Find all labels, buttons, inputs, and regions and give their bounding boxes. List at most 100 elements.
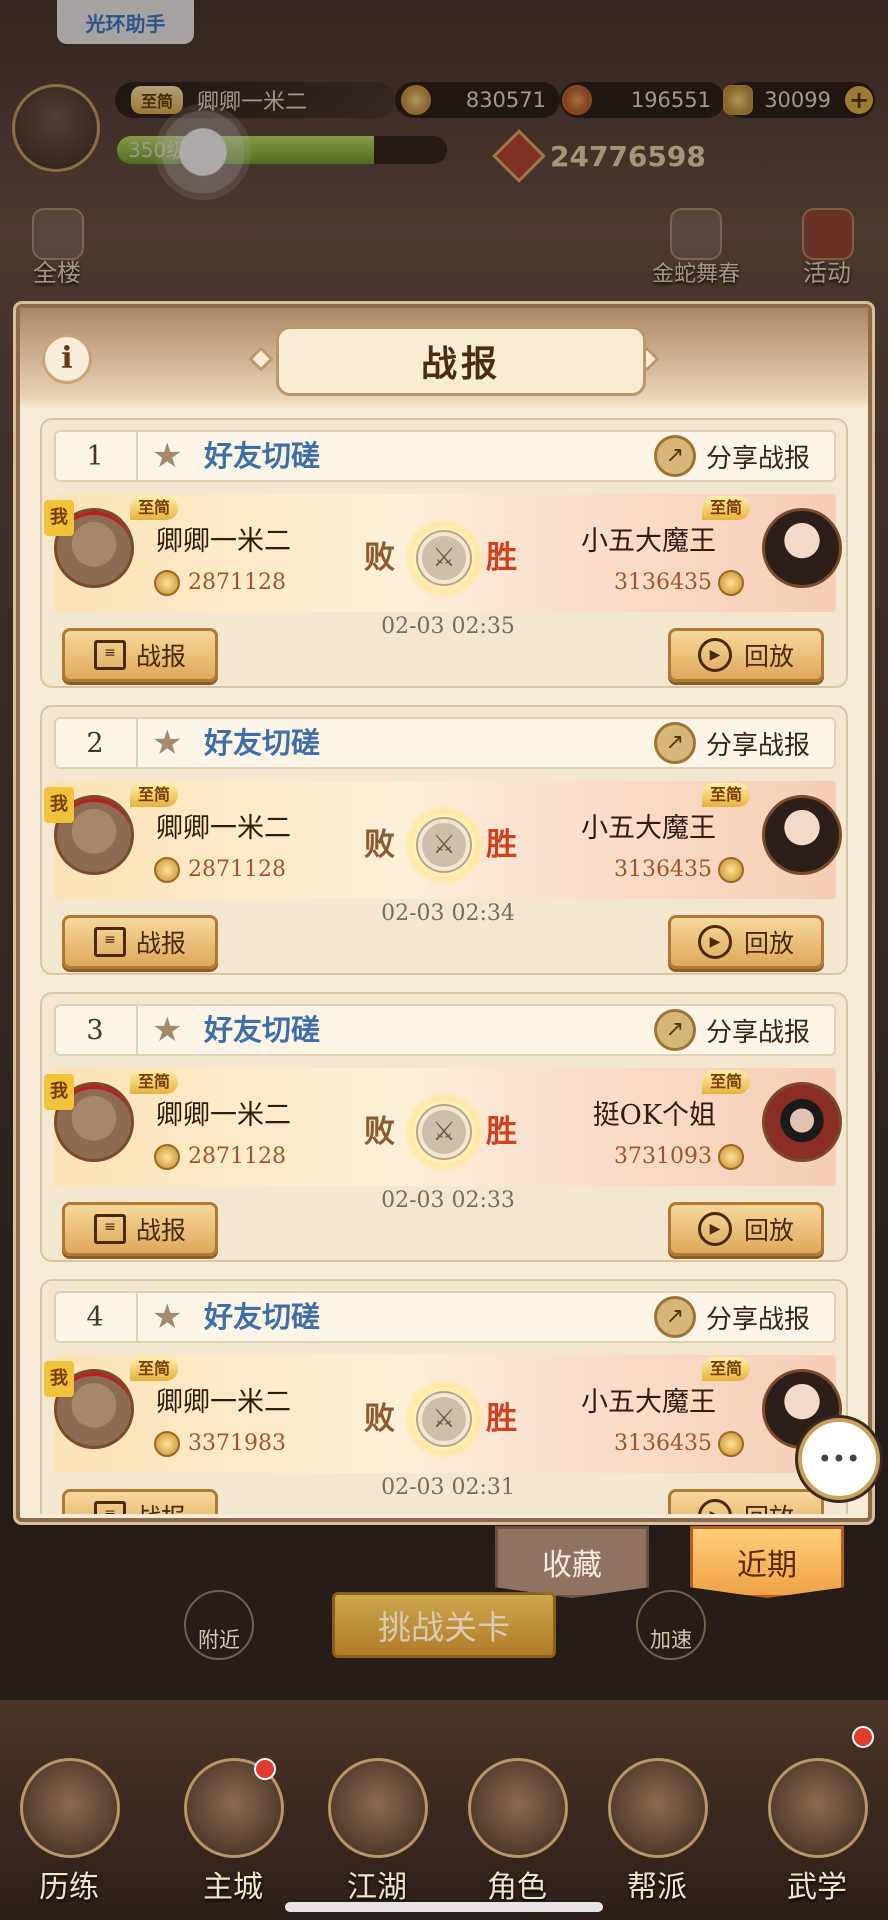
my-score-value: 2871128: [188, 570, 286, 595]
battle-record-card: 2 ★ 好友切磋 ↗ 分享战报 我 至简 卿卿一米二 2871128 败 ⚔ 胜…: [40, 705, 848, 975]
favorite-star-icon[interactable]: ★: [152, 438, 182, 474]
notification-dot: [852, 1726, 874, 1748]
my-tier-badge: 至简: [130, 1070, 179, 1094]
nav-item-label: 角色: [487, 1870, 547, 1905]
tab-favorites[interactable]: 收藏: [495, 1526, 649, 1598]
battle-mode-label: 好友切磋: [204, 1013, 321, 1047]
share-report-button[interactable]: ↗ 分享战报: [654, 721, 810, 765]
versus-emblem: ⚔: [404, 1092, 484, 1172]
favorite-star-icon[interactable]: ★: [152, 1012, 182, 1048]
share-report-button[interactable]: ↗ 分享战报: [654, 1008, 810, 1052]
nav-item-icon: [608, 1758, 708, 1858]
battle-mode-label: 好友切磋: [204, 439, 321, 473]
my-name: 卿卿一米二: [156, 1100, 291, 1131]
my-score: 3371983: [154, 1429, 286, 1459]
battle-time: 02-03 02:31: [381, 1475, 515, 1500]
opponent-tier-badge: 至简: [702, 783, 751, 807]
opponent-avatar[interactable]: [762, 1082, 842, 1162]
nav-item[interactable]: 江湖: [322, 1758, 432, 1905]
play-icon: ▶: [697, 638, 732, 672]
challenge-stage-button[interactable]: 挑战关卡: [332, 1592, 556, 1658]
view-report-button[interactable]: ≡ 战报: [62, 1489, 218, 1514]
result-lose: 败: [364, 827, 395, 863]
play-icon: ▶: [697, 1212, 732, 1246]
crossed-swords-icon: ⚔: [418, 1393, 470, 1445]
speed-up-button[interactable]: 加速: [636, 1590, 706, 1660]
replay-button[interactable]: ▶ 回放: [668, 915, 824, 969]
opponent-avatar[interactable]: [762, 508, 842, 588]
bottom-nav-bar: [0, 1700, 888, 1920]
view-report-button[interactable]: ≡ 战报: [62, 915, 218, 969]
crossed-swords-icon: ⚔: [418, 1106, 470, 1158]
nav-item[interactable]: 历练: [14, 1758, 124, 1905]
view-report-button[interactable]: ≡ 战报: [62, 1202, 218, 1256]
opponent-tier-badge: 至简: [702, 1357, 751, 1381]
view-report-label: 战报: [135, 642, 186, 671]
opponent-score-value: 3136435: [614, 857, 712, 882]
my-tier-badge: 至简: [130, 496, 179, 520]
nav-item-icon: [768, 1758, 868, 1858]
replay-label: 回放: [743, 1216, 794, 1245]
nearby-button[interactable]: 附近: [184, 1590, 254, 1660]
my-name: 卿卿一米二: [156, 1387, 291, 1418]
replay-button[interactable]: ▶ 回放: [668, 628, 824, 682]
play-icon: ▶: [697, 1499, 732, 1514]
nav-item[interactable]: 帮派: [602, 1758, 712, 1905]
my-score-value: 2871128: [188, 1144, 286, 1169]
opponent-score-value: 3731093: [614, 1144, 712, 1169]
battle-record-card: 3 ★ 好友切磋 ↗ 分享战报 我 至简 卿卿一米二 2871128 败 ⚔ 胜…: [40, 992, 848, 1262]
chat-bubble-button[interactable]: •••: [798, 1418, 880, 1500]
info-button[interactable]: i: [42, 334, 92, 384]
opponent-score: 3136435: [614, 855, 744, 885]
battle-mode-label: 好友切磋: [204, 726, 321, 760]
nav-item-label: 历练: [39, 1870, 99, 1905]
battle-time: 02-03 02:34: [381, 901, 515, 926]
nav-item[interactable]: 主城: [178, 1758, 288, 1905]
power-coin-icon: [718, 570, 744, 596]
crossed-swords-icon: ⚔: [418, 532, 470, 584]
share-icon: ↗: [654, 435, 696, 477]
opponent-score-value: 3136435: [614, 570, 712, 595]
nav-item[interactable]: 武学: [762, 1758, 872, 1905]
play-icon: ▶: [697, 925, 732, 959]
record-index: 2: [54, 717, 138, 769]
power-coin-icon: [154, 1431, 180, 1457]
record-index: 1: [54, 430, 138, 482]
battle-time: 02-03 02:35: [381, 614, 515, 639]
battle-record-card: 1 ★ 好友切磋 ↗ 分享战报 我 至简 卿卿一米二 2871128 败 ⚔ 胜…: [40, 418, 848, 688]
share-report-button[interactable]: ↗ 分享战报: [654, 1295, 810, 1339]
my-name: 卿卿一米二: [156, 526, 291, 557]
my-tier-badge: 至简: [130, 1357, 179, 1381]
battle-record-list[interactable]: 1 ★ 好友切磋 ↗ 分享战报 我 至简 卿卿一米二 2871128 败 ⚔ 胜…: [40, 418, 848, 1514]
nav-item-label: 主城: [203, 1870, 263, 1905]
view-report-button[interactable]: ≡ 战报: [62, 628, 218, 682]
home-indicator[interactable]: [285, 1902, 603, 1912]
dialog-title: 战报: [276, 326, 646, 396]
opponent-avatar[interactable]: [762, 795, 842, 875]
result-lose: 败: [364, 540, 395, 576]
favorite-star-icon[interactable]: ★: [152, 1299, 182, 1335]
power-coin-icon: [154, 1144, 180, 1170]
opponent-score: 3136435: [614, 1429, 744, 1459]
opponent-name: 小五大魔王: [581, 526, 716, 557]
versus-emblem: ⚔: [404, 805, 484, 885]
share-report-label: 分享战报: [706, 1304, 811, 1335]
share-report-button[interactable]: ↗ 分享战报: [654, 434, 810, 478]
nav-item[interactable]: 角色: [462, 1758, 572, 1905]
opponent-name: 挺OK个姐: [592, 1100, 716, 1131]
result-lose: 败: [364, 1114, 395, 1150]
view-report-label: 战报: [136, 1498, 186, 1514]
my-score: 2871128: [154, 855, 286, 885]
result-win: 胜: [486, 1114, 517, 1150]
versus-emblem: ⚔: [404, 1379, 484, 1459]
replay-button[interactable]: ▶ 回放: [668, 1202, 824, 1256]
nearby-label: 附近: [198, 1628, 240, 1652]
replay-label: 回放: [743, 642, 794, 671]
share-icon: ↗: [654, 1009, 696, 1051]
me-tag: 我: [44, 787, 74, 823]
me-tag: 我: [44, 1074, 74, 1110]
replay-button[interactable]: ▶ 回放: [668, 1489, 824, 1514]
favorite-star-icon[interactable]: ★: [152, 725, 182, 761]
tab-recent[interactable]: 近期: [690, 1526, 844, 1598]
my-score: 2871128: [154, 1142, 286, 1172]
